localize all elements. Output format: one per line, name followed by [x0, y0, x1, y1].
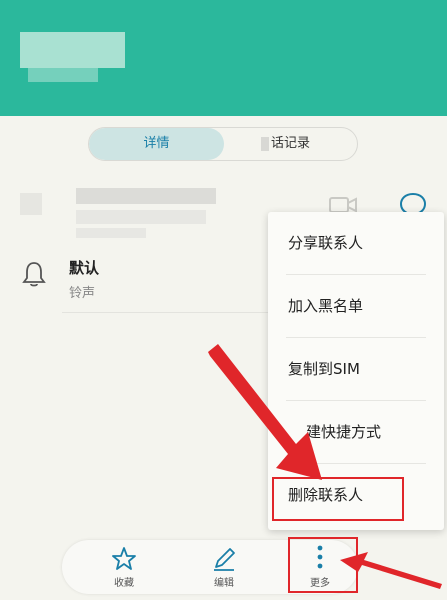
annotation-arrow-icon	[208, 344, 322, 480]
ringtone-subtitle: 铃声	[69, 286, 96, 301]
star-icon	[112, 547, 136, 570]
contact-header	[0, 0, 447, 116]
blurred-number	[76, 188, 216, 204]
edit-button[interactable]: 编辑	[194, 540, 254, 594]
small-annotation-arrow-icon	[340, 552, 442, 589]
blurred-avatar	[20, 193, 42, 215]
tab-bar: 详情 话记录	[88, 127, 358, 161]
edit-label: 编辑	[214, 578, 234, 589]
bell-icon	[22, 262, 46, 287]
ringtone-title[interactable]: 默认	[69, 257, 99, 278]
tab-call-log[interactable]: 话记录	[224, 128, 357, 160]
favorite-label: 收藏	[114, 578, 134, 589]
blurred-tab-char	[261, 137, 269, 151]
menu-item-share-contact[interactable]: 分享联系人	[268, 212, 444, 275]
row-divider	[62, 312, 268, 313]
favorite-button[interactable]: 收藏	[94, 540, 154, 594]
pencil-icon	[214, 548, 235, 571]
blurred-number-sub	[76, 228, 146, 238]
blurred-name-part	[28, 68, 98, 82]
menu-item-add-blacklist[interactable]: 加入黑名单	[268, 275, 444, 338]
tab-details[interactable]: 详情	[89, 128, 224, 160]
blurred-number-sub	[76, 210, 206, 224]
blurred-name	[20, 32, 125, 68]
